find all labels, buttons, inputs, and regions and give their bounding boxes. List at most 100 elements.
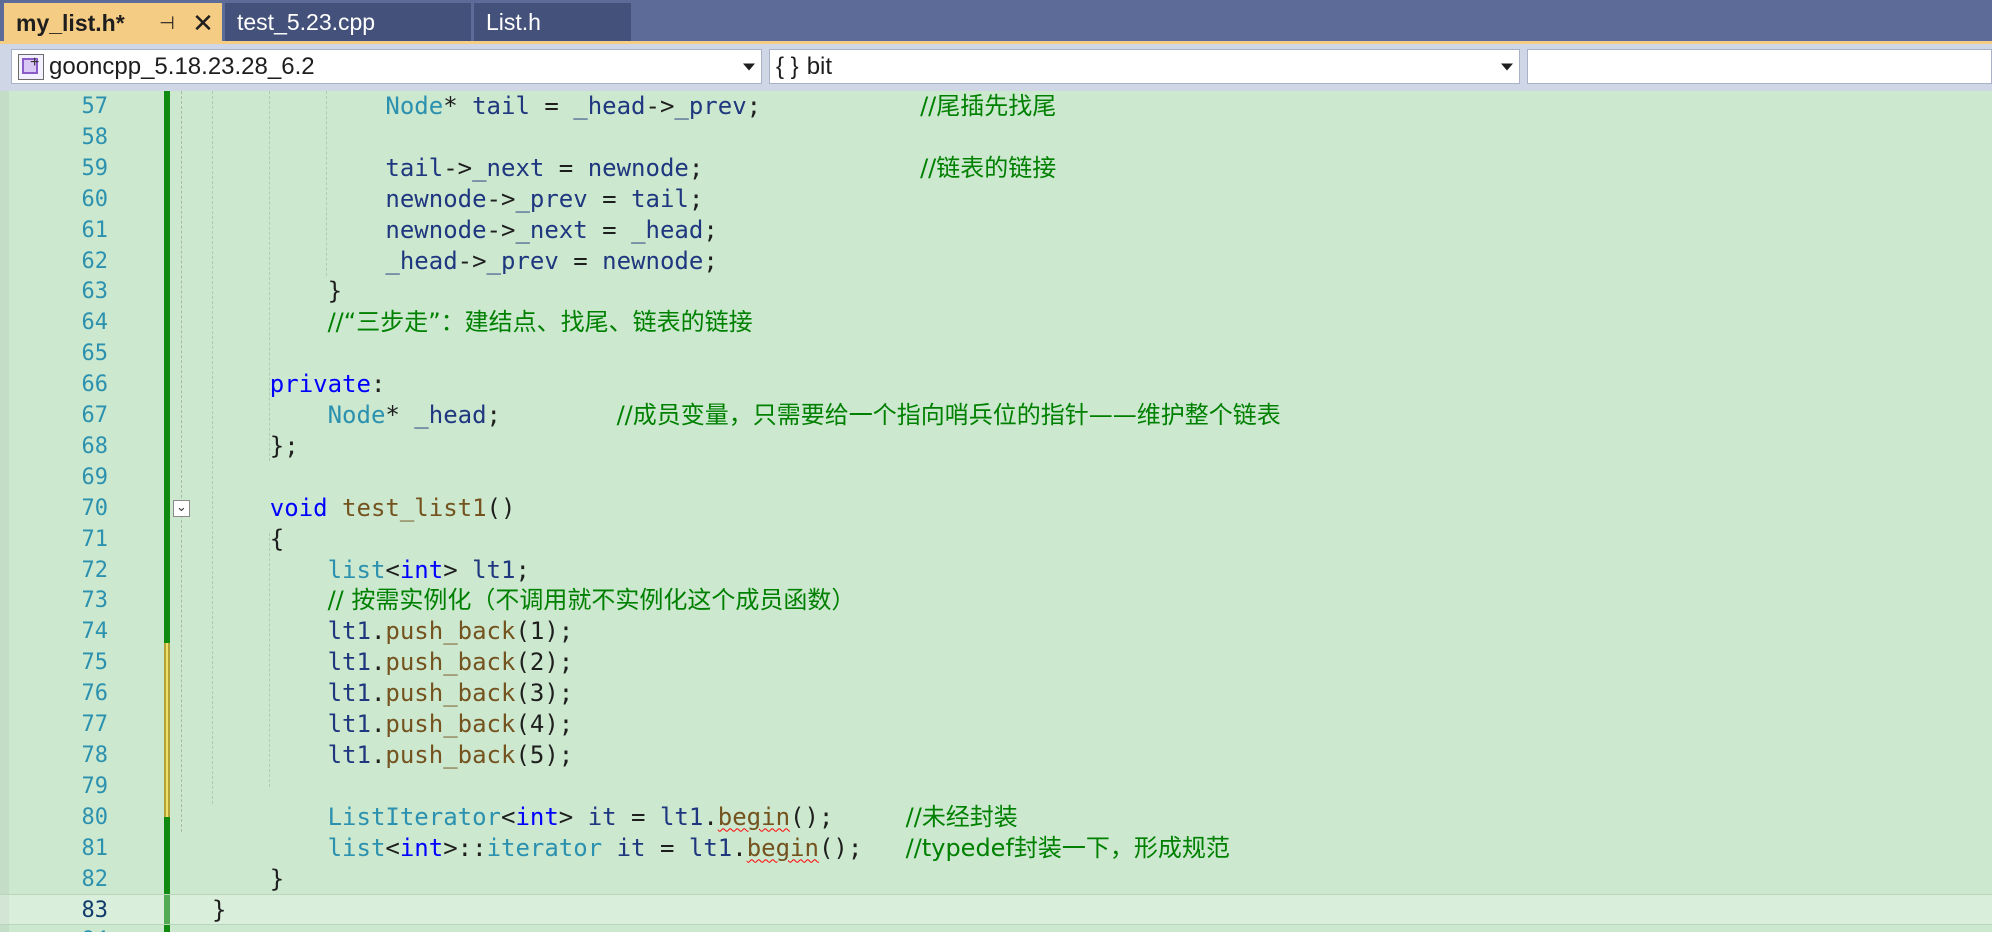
project-icon xyxy=(18,53,44,80)
line-number: 62 xyxy=(81,248,109,274)
tab-label: my_list.h* xyxy=(16,10,125,36)
line-number: 70 xyxy=(81,495,109,521)
code-line[interactable]: 72 list<int> lt1; xyxy=(0,555,1992,586)
code-line[interactable]: 61 newnode->_next = _head; xyxy=(0,215,1992,246)
identifier-token: tail xyxy=(472,92,530,120)
code-line[interactable]: 78 lt1.push_back(5); xyxy=(0,740,1992,771)
line-number: 68 xyxy=(81,433,109,459)
code-line[interactable]: 71 { xyxy=(0,524,1992,555)
line-number: 82 xyxy=(81,866,109,892)
identifier-token: tail xyxy=(631,184,689,213)
punctuation-token: > xyxy=(558,802,588,831)
chevron-down-icon[interactable] xyxy=(743,63,755,70)
keyword-token: void xyxy=(269,493,328,522)
code-text: Node* tail = _head->_prev; //尾插先找尾 xyxy=(212,91,1056,122)
punctuation-token: ; xyxy=(703,215,718,244)
code-line[interactable]: 57 Node* tail = _head->_prev; //尾插先找尾 xyxy=(0,91,1992,122)
code-line[interactable]: 80 ListIterator<int> it = lt1.begin(); /… xyxy=(0,802,1992,833)
function-token: begin xyxy=(746,833,819,862)
line-number: 74 xyxy=(81,619,109,645)
code-line[interactable]: 62 _head->_prev = newnode; xyxy=(0,246,1992,277)
chevron-down-icon[interactable] xyxy=(1501,63,1513,70)
code-text: lt1.push_back(1); xyxy=(212,616,574,647)
code-line[interactable]: 74 lt1.push_back(1); xyxy=(0,616,1992,647)
line-number: 65 xyxy=(81,341,109,367)
punctuation-token: < xyxy=(500,802,516,831)
punctuation-token: > xyxy=(443,555,473,584)
code-line[interactable]: 59 tail->_next = newnode; //链表的链接 xyxy=(0,153,1992,184)
identifier-token: lt1 xyxy=(327,679,371,708)
function-token: push_back xyxy=(385,648,516,677)
code-line[interactable]: 66 private: xyxy=(0,369,1992,400)
line-number: 84 xyxy=(34,925,109,932)
punctuation-token: (); xyxy=(818,833,863,862)
code-line[interactable]: 84 xyxy=(0,925,1992,932)
code-line[interactable]: 75 lt1.push_back(2); xyxy=(0,647,1992,678)
code-line[interactable]: 65 xyxy=(0,338,1992,369)
line-number: 69 xyxy=(81,464,109,490)
identifier-token: lt1 xyxy=(327,740,371,769)
comment-token: //链表的链接 xyxy=(920,153,1057,182)
punctuation-token: -> xyxy=(486,215,516,244)
code-line[interactable]: 76 lt1.push_back(3); xyxy=(0,678,1992,709)
punctuation-token: = xyxy=(544,153,588,182)
code-line[interactable]: 73 // 按需实例化（不调用就不实例化这个成员函数） xyxy=(0,585,1992,616)
tab-test-5-23-cpp[interactable]: test_5.23.cpp xyxy=(225,3,471,41)
code-line[interactable]: 68 }; xyxy=(0,431,1992,462)
close-icon[interactable]: ✕ xyxy=(190,8,216,38)
identifier-token: _head xyxy=(631,215,704,244)
punctuation-token: (3); xyxy=(515,679,574,708)
code-line[interactable]: 70 ⌄ void test_list1() xyxy=(0,493,1992,524)
identifier-token: newnode xyxy=(385,215,487,244)
scope-dropdown[interactable]: { } bit xyxy=(769,49,1520,84)
code-text: lt1.push_back(3); xyxy=(212,678,574,709)
code-line[interactable]: 60 newnode->_prev = tail; xyxy=(0,184,1992,215)
code-line[interactable]: 67 Node* _head; //成员变量，只需要给一个指向哨兵位的指针——维… xyxy=(0,400,1992,431)
code-text: newnode->_next = _head; xyxy=(212,215,718,246)
line-number: 60 xyxy=(81,186,109,212)
identifier-token: _prev xyxy=(674,92,747,120)
punctuation-token: >:: xyxy=(443,833,487,862)
punctuation-token: (2); xyxy=(515,648,574,677)
tab-my-list-h[interactable]: my_list.h* ⊣ ✕ xyxy=(4,3,222,44)
navigation-bar: gooncpp_5.18.23.28_6.2 { } bit xyxy=(0,44,1992,91)
code-line[interactable]: 77 lt1.push_back(4); xyxy=(0,709,1992,740)
punctuation-token: = xyxy=(529,92,574,120)
collapse-chevron-icon[interactable]: ⌄ xyxy=(173,499,190,517)
code-text: { xyxy=(212,524,284,555)
code-line[interactable]: 58 xyxy=(0,122,1992,153)
code-text: ListIterator<int> it = lt1.begin(); //未经… xyxy=(212,802,1018,833)
code-line[interactable]: 64 //“三步走”：建结点、找尾、链表的链接 xyxy=(0,307,1992,338)
project-dropdown[interactable]: gooncpp_5.18.23.28_6.2 xyxy=(11,49,762,84)
code-line[interactable]: 82 } xyxy=(0,864,1992,895)
punctuation-token: < xyxy=(385,555,400,584)
code-line[interactable]: 63 } xyxy=(0,276,1992,307)
pin-icon[interactable]: ⊣ xyxy=(154,11,180,37)
line-number: 63 xyxy=(81,279,109,305)
code-line[interactable]: 69 xyxy=(0,462,1992,493)
comment-token: //未经封装 xyxy=(905,802,1018,831)
punctuation-token: = xyxy=(587,184,632,213)
code-line[interactable]: 81 list<int>::iterator it = lt1.begin();… xyxy=(0,833,1992,864)
code-editor[interactable]: 57 Node* tail = _head->_prev; //尾插先找尾 58 5… xyxy=(0,91,1992,932)
tab-list-h[interactable]: List.h xyxy=(474,3,631,41)
code-text: lt1.push_back(5); xyxy=(212,740,574,771)
punctuation-token: = xyxy=(616,802,660,831)
identifier-token: lt1 xyxy=(688,833,733,862)
identifier-token: lt1 xyxy=(327,710,371,738)
tab-label: List.h xyxy=(486,8,541,35)
punctuation-token: -> xyxy=(443,153,473,182)
code-text: tail->_next = newnode; //链表的链接 xyxy=(212,153,1056,184)
code-line[interactable]: 83} xyxy=(0,894,1992,926)
code-line[interactable]: 79 xyxy=(0,771,1992,802)
member-dropdown[interactable] xyxy=(1527,49,1992,84)
identifier-token: _head xyxy=(573,92,646,120)
